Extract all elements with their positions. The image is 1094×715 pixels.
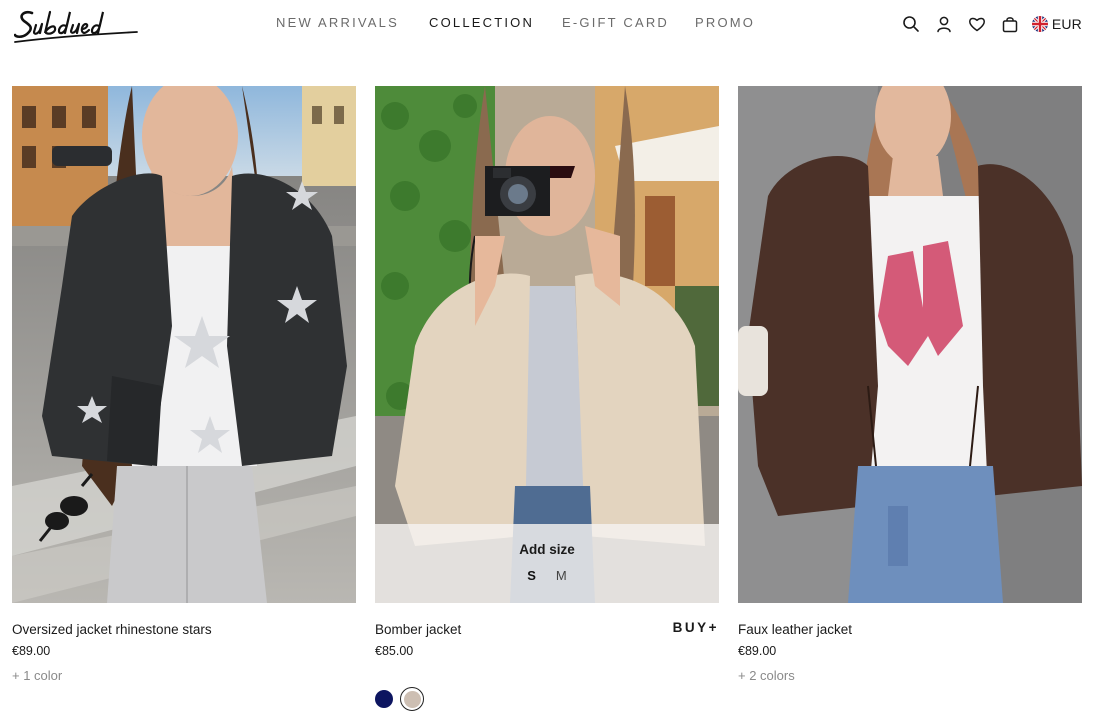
site-header: NEW ARRIVALS COLLECTION E-GIFT CARD PROM… bbox=[0, 0, 1094, 52]
search-icon bbox=[903, 16, 919, 32]
size-option-m[interactable]: M bbox=[546, 568, 577, 583]
product-name[interactable]: Oversized jacket rhinestone stars bbox=[12, 622, 212, 637]
nav-e-gift-card[interactable]: E-GIFT CARD bbox=[562, 15, 669, 30]
product-card[interactable]: Add size S M Bomber jacket BUY+ €85.00 bbox=[375, 86, 719, 711]
header-tools: EUR bbox=[888, 14, 1082, 34]
buy-plus-button[interactable]: BUY+ bbox=[673, 620, 719, 635]
size-picker-title: Add size bbox=[519, 542, 575, 557]
product-image[interactable]: Add size S M bbox=[375, 86, 719, 603]
brand-logo-wordmark bbox=[14, 10, 138, 43]
product-image[interactable] bbox=[738, 86, 1082, 603]
product-price: €89.00 bbox=[738, 644, 777, 658]
uk-flag-icon bbox=[1031, 16, 1048, 32]
user-icon bbox=[937, 16, 951, 33]
nav-promo[interactable]: PROMO bbox=[695, 15, 755, 30]
wishlist-button[interactable] bbox=[967, 14, 987, 34]
product-image[interactable] bbox=[12, 86, 356, 603]
product-name[interactable]: Bomber jacket bbox=[375, 622, 461, 637]
nav-new-arrivals[interactable]: NEW ARRIVALS bbox=[276, 15, 399, 30]
size-option-s[interactable]: S bbox=[517, 568, 546, 583]
account-button[interactable] bbox=[934, 14, 954, 34]
nav-collection[interactable]: COLLECTION bbox=[429, 15, 534, 30]
more-colors-link[interactable]: + 2 colors bbox=[738, 668, 795, 683]
search-button[interactable] bbox=[901, 14, 921, 34]
color-swatches bbox=[375, 687, 431, 711]
currency-selector[interactable]: EUR bbox=[1031, 16, 1082, 32]
currency-code: EUR bbox=[1051, 16, 1082, 32]
product-price: €89.00 bbox=[12, 644, 51, 658]
brand-logo[interactable] bbox=[14, 4, 138, 44]
product-card[interactable]: Faux leather jacket €89.00 + 2 colors bbox=[738, 86, 1082, 703]
product-card[interactable]: Oversized jacket rhinestone stars €89.00… bbox=[12, 86, 356, 703]
size-options: S M bbox=[375, 568, 719, 583]
product-price: €85.00 bbox=[375, 644, 414, 658]
size-picker: Add size S M bbox=[375, 524, 719, 603]
cart-button[interactable] bbox=[1000, 14, 1020, 34]
color-swatch-navy[interactable] bbox=[375, 690, 393, 708]
product-name[interactable]: Faux leather jacket bbox=[738, 622, 852, 637]
bag-icon bbox=[1002, 17, 1018, 33]
heart-icon bbox=[968, 17, 985, 32]
more-colors-link[interactable]: + 1 color bbox=[12, 668, 62, 683]
color-swatch-beige[interactable] bbox=[400, 687, 424, 711]
